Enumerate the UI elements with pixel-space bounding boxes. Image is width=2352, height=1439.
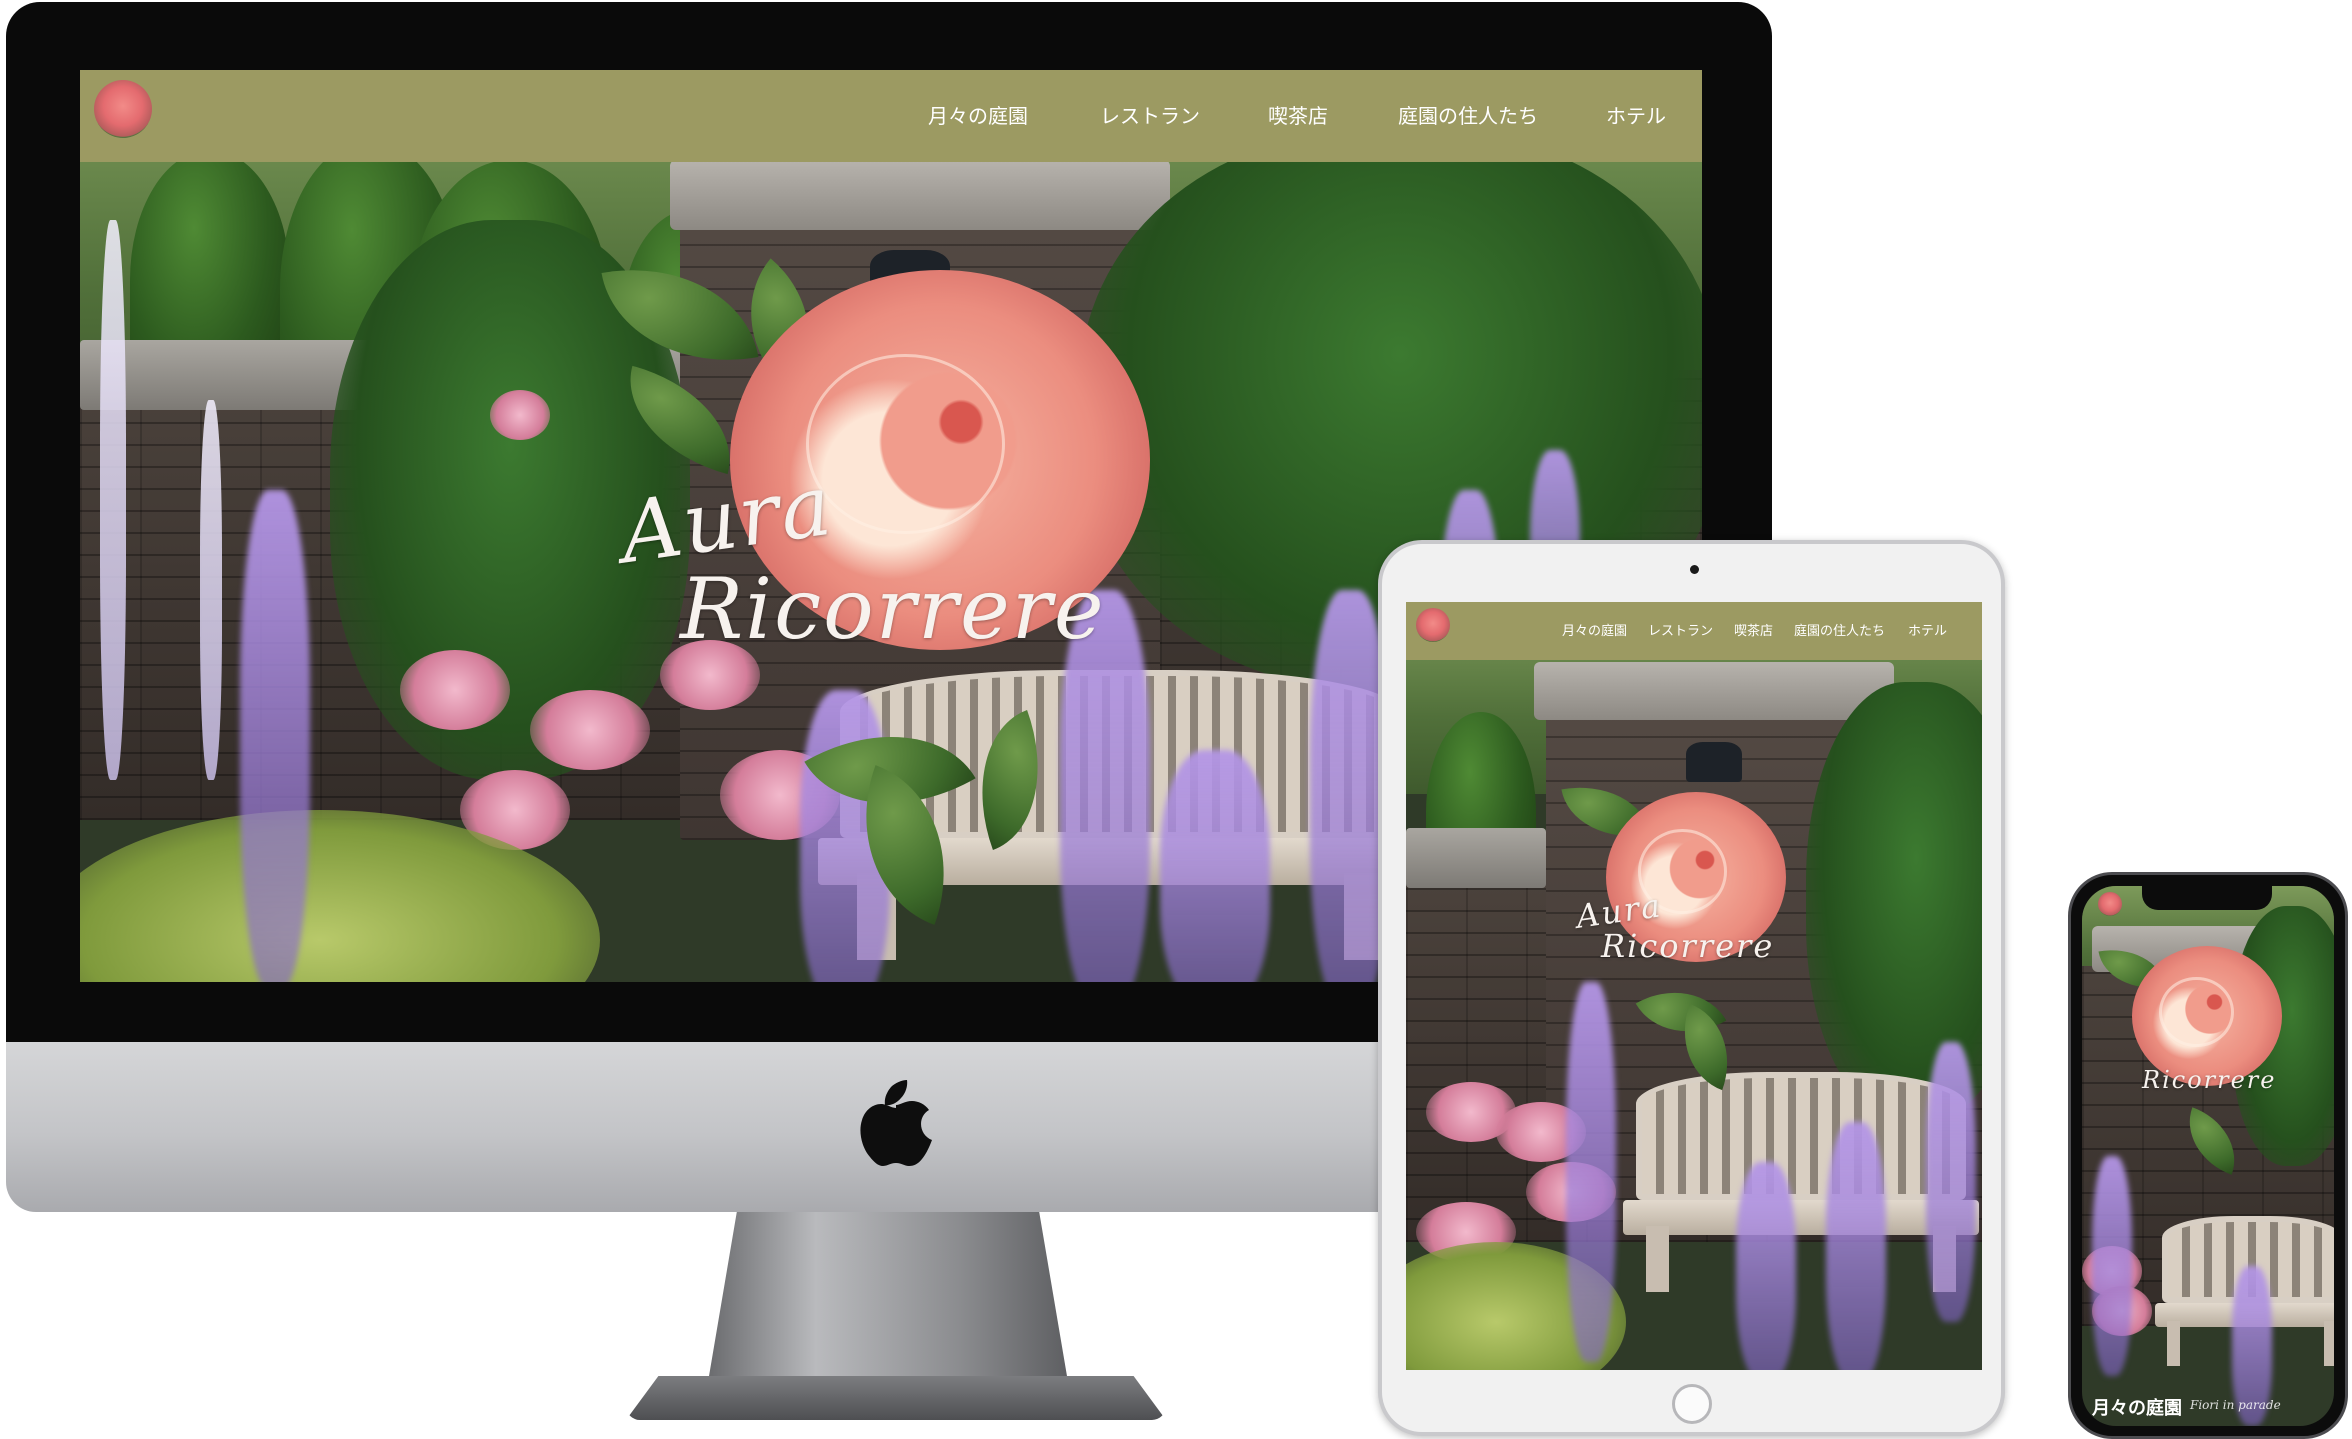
apple-logo-icon (860, 1080, 932, 1166)
nav-monthly-garden[interactable]: 月々の庭園 (928, 100, 1028, 129)
ipad-camera (1690, 565, 1699, 574)
imac-base (626, 1376, 1166, 1420)
ipad-home-button[interactable] (1672, 1384, 1712, 1424)
ipad-nav-garden-residents[interactable]: 庭園の住人たち (1794, 620, 1885, 639)
ipad-nav-monthly-garden[interactable]: 月々の庭園 (1562, 620, 1627, 639)
rose-logo-icon[interactable] (2098, 892, 2122, 916)
imac-stand (708, 1212, 1068, 1382)
iphone-screen: Ricorrere 月々の庭園 Fiori in parade (2082, 886, 2334, 1426)
iphone-caption-script: Fiori in parade (2190, 1398, 2281, 1412)
rose-logo-icon[interactable] (94, 80, 152, 138)
rose-logo-icon[interactable] (1416, 608, 1450, 642)
nav-garden-residents[interactable]: 庭園の住人たち (1398, 100, 1538, 129)
nav-cafe[interactable]: 喫茶店 (1268, 100, 1328, 129)
iphone-notch (2142, 884, 2272, 910)
nav-restaurant[interactable]: レストラン (1100, 100, 1200, 129)
ipad-nav-hotel[interactable]: ホテル (1908, 620, 1947, 639)
iphone-caption: 月々の庭園 (2092, 1398, 2182, 1419)
ipad-hero-title-line2: Ricorrere (1601, 927, 1775, 965)
ipad-screen: Aura Ricorrere 月々の庭園 レストラン 喫茶店 庭園の住人たち ホ… (1406, 602, 1982, 1370)
iphone-hero-title-line2: Ricorrere (2142, 1066, 2277, 1094)
ipad-nav-cafe[interactable]: 喫茶店 (1734, 620, 1773, 639)
ipad-nav-restaurant[interactable]: レストラン (1648, 620, 1713, 639)
hero-title-line2: Ricorrere (680, 560, 1106, 658)
nav-hotel[interactable]: ホテル (1606, 100, 1666, 129)
